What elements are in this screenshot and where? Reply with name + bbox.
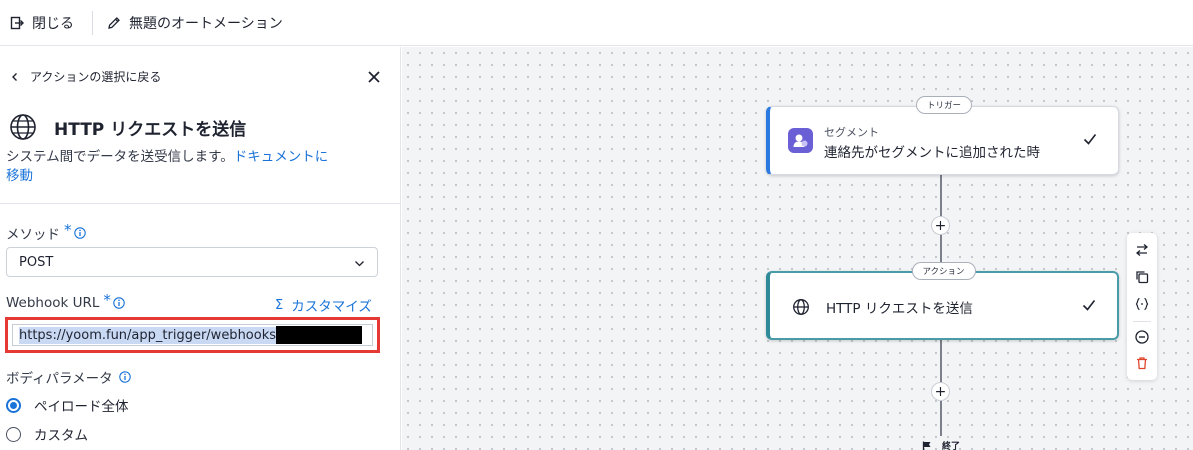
toolbar-divider (1133, 321, 1151, 322)
sigma-icon: Σ (275, 297, 284, 313)
globe-icon (10, 114, 36, 140)
trigger-tag: トリガー (915, 96, 973, 114)
action-tag: アクション (911, 262, 976, 280)
copy-icon (1136, 271, 1149, 284)
radio-checked-icon (6, 397, 21, 413)
action-settings-panel: アクションの選択に戻る HTTP リクエストを送信 システム間でデータを送受信し… (0, 47, 401, 450)
delete-button[interactable] (1134, 355, 1150, 371)
action-node[interactable]: アクション HTTP リクエストを送信 (766, 262, 1119, 340)
radio-unchecked-icon (6, 426, 21, 442)
minus-circle-icon (1135, 330, 1149, 344)
required-mark: * (64, 221, 72, 239)
swap-button[interactable] (1134, 242, 1150, 258)
info-icon[interactable] (73, 227, 86, 239)
info-icon[interactable] (118, 371, 131, 383)
description-text: システム間でデータを送受信します。 (6, 149, 234, 165)
trigger-subtitle: セグメント (824, 126, 879, 139)
trigger-title: 連絡先がセグメントに追加された時 (824, 145, 1040, 161)
radio-full-payload[interactable]: ペイロード全体 (6, 395, 129, 415)
check-icon (1082, 300, 1096, 311)
customize-button[interactable]: Σ カスタマイズ (275, 295, 372, 316)
node-toolbar (1127, 233, 1157, 380)
radio-label: カスタム (34, 428, 88, 444)
exit-icon (10, 16, 24, 29)
body-params-label-row: ボディパラメータ (6, 367, 131, 387)
chevron-down-icon (355, 261, 364, 267)
segment-icon (788, 128, 813, 153)
flag-icon (922, 441, 931, 450)
swap-icon (1135, 244, 1149, 256)
webhook-url-label: Webhook URL (6, 295, 100, 311)
braces-icon (1135, 297, 1149, 311)
action-header: HTTP リクエストを送信 (8, 112, 246, 142)
redacted-block (276, 326, 363, 344)
back-to-action-select[interactable]: アクションの選択に戻る (10, 68, 161, 85)
webhook-label-row: Webhook URL * (6, 291, 125, 312)
action-description: システム間でデータを送受信します。ドキュメントに移動 (6, 148, 356, 186)
trigger-node[interactable]: トリガー セグメント 連絡先がセグメントに追加された時 (766, 96, 1119, 175)
close-label: 閉じる (32, 15, 74, 32)
workflow-canvas[interactable]: + + トリガー セグメント 連絡先がセグメントに追加された時 アクション HT… (402, 47, 1193, 450)
action-title: HTTP リクエストを送信 (54, 119, 247, 140)
code-button[interactable] (1134, 296, 1150, 312)
method-label: メソッド (6, 227, 60, 243)
globe-icon (793, 299, 809, 315)
top-bar: 閉じる 無題のオートメーション (0, 0, 1193, 46)
action-node-title: HTTP リクエストを送信 (826, 301, 973, 317)
close-icon (368, 71, 380, 83)
pencil-icon (108, 16, 120, 29)
check-icon (1083, 134, 1097, 145)
webhook-url-highlight: https://yoom.fun/app_trigger/webhooks (5, 317, 380, 353)
chevron-left-icon (12, 72, 17, 81)
info-icon[interactable] (113, 297, 125, 309)
body-params-label: ボディパラメータ (6, 371, 113, 387)
back-label: アクションの選択に戻る (30, 70, 162, 84)
automation-title: 無題のオートメーション (129, 15, 283, 32)
end-label: 終了 (942, 442, 961, 450)
webhook-url-value: https://yoom.fun/app_trigger/webhooks (19, 326, 277, 344)
divider (0, 203, 400, 204)
add-step-button[interactable]: + (931, 216, 950, 235)
duplicate-button[interactable] (1134, 269, 1150, 285)
doc-link-text-1: ドキュメントに (233, 149, 329, 165)
disable-button[interactable] (1134, 329, 1150, 345)
method-label-row: メソッド * (6, 221, 86, 243)
radio-custom[interactable]: カスタム (6, 424, 88, 444)
method-value: POST (19, 254, 54, 270)
doc-link-text-2: 移動 (6, 168, 33, 184)
close-button[interactable]: 閉じる (0, 0, 92, 45)
end-node: 終了 (922, 439, 960, 450)
automation-title-button[interactable]: 無題のオートメーション (93, 13, 283, 33)
customize-label: カスタマイズ (291, 299, 372, 315)
webhook-url-input[interactable]: https://yoom.fun/app_trigger/webhooks (12, 324, 373, 346)
panel-close-button[interactable] (366, 69, 382, 85)
required-mark: * (103, 291, 111, 309)
method-select[interactable]: POST (6, 247, 378, 277)
radio-label: ペイロード全体 (34, 399, 129, 415)
add-step-button[interactable]: + (931, 382, 950, 401)
trash-icon (1137, 357, 1147, 370)
